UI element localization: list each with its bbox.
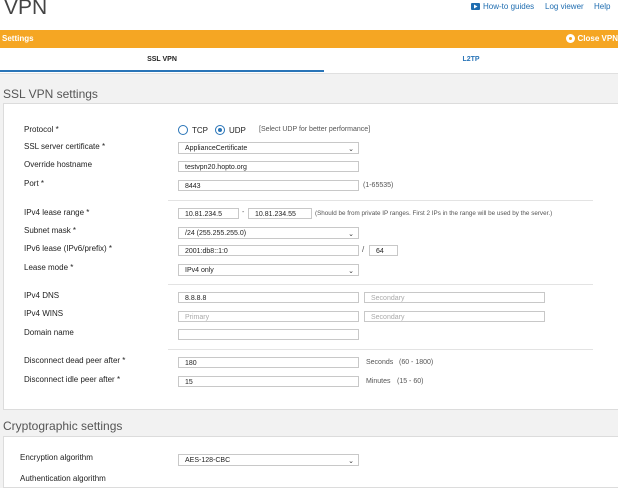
divider [168,200,593,201]
chevron-down-icon: ⌄ [348,458,354,465]
close-vpn-label: Close VPN [577,34,618,43]
tcp-radio[interactable] [178,125,188,135]
ipv4-range-hint: (Should be from private IP ranges. First… [315,210,553,217]
encryption-value: AES-128-CBC [185,457,231,464]
protocol-label: Protocol * [24,125,59,134]
dns-label: IPv4 DNS [24,291,60,300]
chevron-down-icon: ⌄ [348,268,354,275]
udp-radio[interactable] [215,125,225,135]
help-link[interactable]: Help [594,2,610,11]
wins-secondary-input[interactable]: Secondary [364,311,545,322]
ipv6-slash: / [362,245,365,254]
port-input[interactable]: 8443 [178,180,359,191]
crypto-section-title: Cryptographic settings [3,419,123,433]
port-label: Port * [24,179,45,188]
hostname-input[interactable]: testvpn20.hopto.org [178,161,359,172]
tab-l2tp[interactable]: L2TP [324,48,618,72]
dead-peer-unit: Seconds [366,359,394,366]
hostname-label: Override hostname [24,160,93,169]
chevron-down-icon: ⌄ [348,231,354,238]
lease-mode-value: IPv4 only [185,267,214,274]
subnet-label: Subnet mask * [24,226,77,235]
certificate-select[interactable]: ApplianceCertificate ⌄ [178,142,359,154]
idle-peer-range: (15 - 60) [397,378,424,385]
video-icon [471,3,480,10]
certificate-label: SSL server certificate * [24,142,106,151]
subnet-select[interactable]: /24 (255.255.255.0) ⌄ [178,227,359,239]
ipv4-range-to-input[interactable]: 10.81.234.55 [248,208,312,219]
lease-mode-select[interactable]: IPv4 only ⌄ [178,264,359,276]
wins-label: IPv4 WINS [24,309,64,318]
idle-peer-input[interactable]: 15 [178,376,359,387]
close-vpn-button[interactable]: Close VPN [565,34,618,43]
chevron-down-icon: ⌄ [348,146,354,153]
divider [168,284,593,285]
dead-peer-label: Disconnect dead peer after * [24,356,126,365]
ipv6-prefix-input[interactable]: 64 [369,245,398,256]
dns-primary-input[interactable]: 8.8.8.8 [178,292,359,303]
authentication-label: Authentication algorithm [20,474,106,483]
encryption-select[interactable]: AES-128-CBC ⌄ [178,454,359,466]
dns-secondary-input[interactable]: Secondary [364,292,545,303]
ipv6-input[interactable]: 2001:db8::1:0 [178,245,359,256]
lease-mode-label: Lease mode * [24,263,74,272]
port-hint: (1-65535) [363,182,394,189]
subnet-value: /24 (255.255.255.0) [185,230,247,237]
how-to-guides-link[interactable]: How-to guides [471,2,534,11]
gear-icon [565,34,575,43]
settings-banner: Settings Close VPN [0,30,618,48]
settings-label: Settings [2,34,34,43]
ipv4-range-from-input[interactable]: 10.81.234.5 [178,208,239,219]
idle-peer-label: Disconnect idle peer after * [24,375,121,384]
tcp-label: TCP [192,126,208,135]
ipv4-range-label: IPv4 lease range * [24,208,90,217]
divider [168,349,593,350]
log-viewer-link[interactable]: Log viewer [545,2,584,11]
protocol-hint: [Select UDP for better performance] [259,126,371,133]
dead-peer-range: (60 - 1800) [399,359,434,366]
tab-bar: SSL VPN L2TP [0,48,618,74]
wins-primary-input[interactable]: Primary [178,311,359,322]
domain-label: Domain name [24,328,74,337]
ssl-section-title: SSL VPN settings [3,87,98,101]
encryption-label: Encryption algorithm [20,453,93,462]
range-dash: - [242,209,245,216]
udp-label: UDP [229,126,246,135]
certificate-value: ApplianceCertificate [185,145,248,152]
ipv6-label: IPv6 lease (IPv6/prefix) * [24,244,113,253]
domain-input[interactable] [178,329,359,340]
tab-ssl-vpn[interactable]: SSL VPN [0,48,324,72]
idle-peer-unit: Minutes [366,378,391,385]
dead-peer-input[interactable]: 180 [178,357,359,368]
how-to-guides-label: How-to guides [483,2,535,11]
page-title: VPN [4,0,48,19]
